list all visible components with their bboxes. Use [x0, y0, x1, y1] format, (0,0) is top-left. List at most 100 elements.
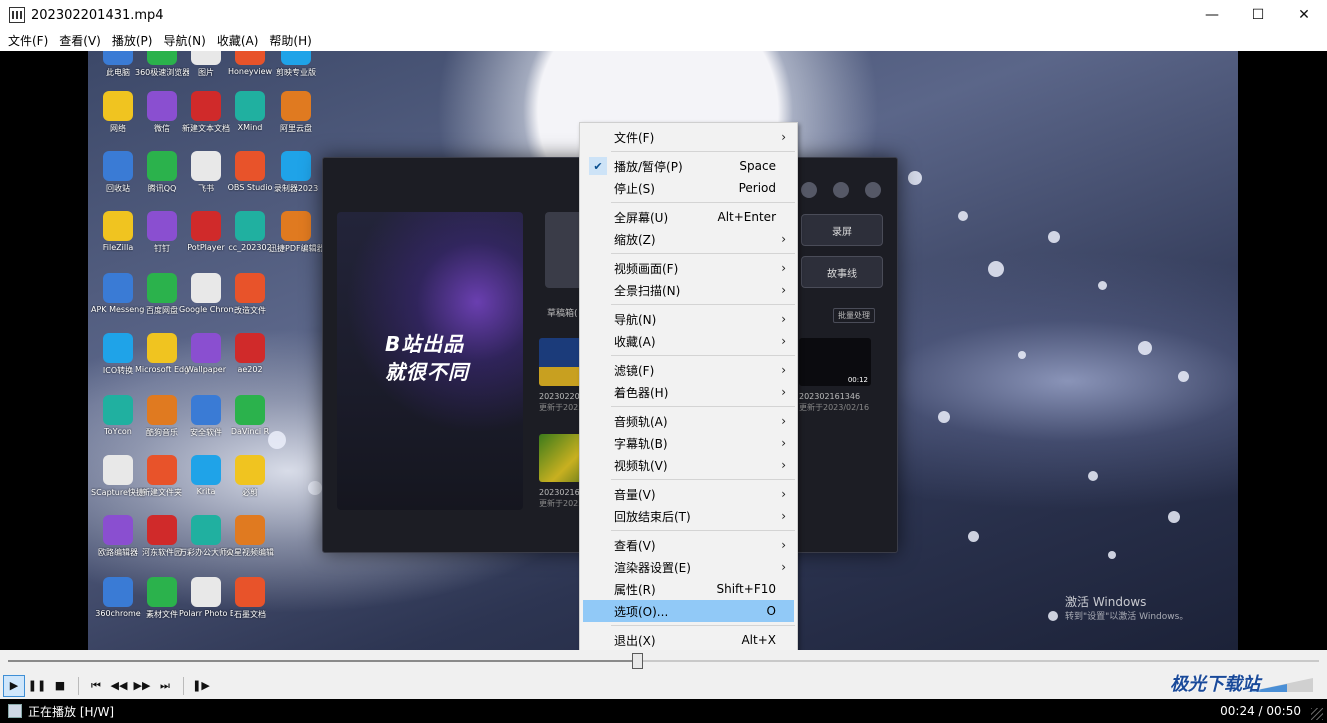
stop-icon[interactable]: ■ — [49, 675, 71, 697]
context-menu-item[interactable]: 全景扫描(N) › — [583, 279, 794, 301]
context-menu-item[interactable]: 收藏(A) › — [583, 330, 794, 352]
desktop-icon-label: 钉钉 — [154, 244, 170, 253]
context-menu-item[interactable]: 全屏幕(U) Alt+Enter — [583, 206, 794, 228]
context-menu-item[interactable]: 退出(X) Alt+X — [583, 629, 794, 651]
desktop-icon-label: cc_202302 — [228, 243, 272, 252]
menu-separator — [611, 625, 795, 626]
desktop-icon-label: ICO转换 — [102, 366, 134, 375]
context-menu-item[interactable]: 音频轨(A) › — [583, 410, 794, 432]
context-menu-item[interactable]: 文件(F) › — [583, 126, 794, 148]
menu-favorites[interactable]: 收藏(A) — [213, 32, 263, 49]
resize-grip[interactable] — [1311, 708, 1323, 720]
desktop-icon-label: 百度网盘 — [146, 306, 178, 315]
desktop-icon-label: APK Messenger — [91, 305, 145, 314]
context-menu-item[interactable]: 查看(V) › — [583, 534, 794, 556]
desktop-icon-label: 网络 — [110, 124, 126, 133]
context-menu-item[interactable]: 回放结束后(T) › — [583, 505, 794, 527]
app-icon — [9, 7, 25, 23]
window-title: 202302201431.mp4 — [31, 7, 164, 23]
context-menu-item[interactable]: 渲染器设置(E) › — [583, 556, 794, 578]
menu-item-label: 文件(F) — [614, 130, 655, 145]
close-button[interactable]: ✕ — [1281, 0, 1327, 30]
desktop-icon-glyph — [191, 51, 221, 65]
context-menu-item[interactable]: 着色器(H) › — [583, 381, 794, 403]
desktop-icon: 飞书 — [184, 151, 228, 213]
submenu-arrow-icon: › — [781, 312, 786, 326]
desktop-icon-label: PotPlayer — [187, 243, 225, 252]
menu-separator — [611, 530, 795, 531]
seek-handle[interactable] — [632, 653, 644, 669]
context-menu-item[interactable]: 停止(S) Period — [583, 177, 794, 199]
seek-bar[interactable] — [0, 650, 1327, 672]
desktop-icon-label: SCapture快捷方式 — [91, 488, 145, 497]
desktop-icon: 欧路编辑器 — [96, 515, 140, 577]
skip-end-icon[interactable]: ⏭ — [154, 675, 176, 697]
desktop-icon: 火星视频编辑 — [226, 515, 274, 577]
banner-line-2: 就很不同 — [385, 360, 469, 384]
context-menu-item[interactable]: ✔ 播放/暂停(P) Space — [583, 155, 794, 177]
desktop-icon: 素材文件 — [140, 577, 184, 639]
menu-item-label: 着色器(H) — [614, 385, 669, 400]
status-bar: 正在播放 [H/W] 00:24 / 00:50 — [0, 699, 1327, 723]
menu-separator — [611, 202, 795, 203]
desktop-icon: XMind — [228, 91, 272, 153]
rewind-icon[interactable]: ◀◀ — [108, 675, 130, 697]
context-menu-item[interactable]: 滤镜(F) › — [583, 359, 794, 381]
desktop-icon-glyph — [103, 211, 133, 241]
minimize-button[interactable]: — — [1189, 0, 1235, 30]
context-menu-item[interactable]: 导航(N) › — [583, 308, 794, 330]
menu-view[interactable]: 查看(V) — [55, 32, 105, 49]
menu-item-shortcut: Space — [739, 159, 776, 173]
skip-start-icon[interactable]: ⏮ — [85, 675, 107, 697]
desktop-icon: Wallpaper — [184, 333, 228, 395]
menu-help[interactable]: 帮助(H) — [265, 32, 315, 49]
menu-item-label: 缩放(Z) — [614, 232, 656, 247]
context-menu-item[interactable]: 音量(V) › — [583, 483, 794, 505]
desktop-icon: 回收站 — [96, 151, 140, 213]
context-menu-item[interactable]: 视频画面(F) › — [583, 257, 794, 279]
context-menu-item[interactable]: 属性(R) Shift+F10 — [583, 578, 794, 600]
menu-play[interactable]: 播放(P) — [108, 32, 157, 49]
frame-step-icon[interactable]: ❚▶ — [190, 675, 212, 697]
title-bar: 202302201431.mp4 — ☐ ✕ — [0, 0, 1327, 30]
desktop-icon: 石墨文档 — [228, 577, 272, 639]
forward-icon[interactable]: ▶▶ — [131, 675, 153, 697]
menu-item-shortcut: O — [766, 604, 776, 618]
maximize-button[interactable]: ☐ — [1235, 0, 1281, 30]
thumb-2-duration: 00:12 — [847, 376, 868, 384]
submenu-arrow-icon: › — [781, 130, 786, 144]
desktop-icon-label: FileZilla — [102, 243, 134, 252]
editor-banner: B站出品 就很不同 — [337, 212, 523, 510]
playback-controls: ▶ ❚❚ ■ ⏮ ◀◀ ▶▶ ⏭ ❚▶ — [0, 672, 1327, 699]
status-text: 正在播放 [H/W] — [28, 704, 115, 719]
desktop-icon: OBS Studio — [228, 151, 272, 213]
desktop-icon-glyph — [191, 515, 221, 545]
desktop-icon-label: Polarr Photo E — [179, 609, 233, 618]
context-menu-item[interactable]: 选项(O)... O — [583, 600, 794, 622]
blossom — [1178, 371, 1189, 382]
desktop-icon-label: 改造文件 — [234, 306, 266, 315]
pause-icon[interactable]: ❚❚ — [26, 675, 48, 697]
desktop-icon: ICO转换 — [96, 333, 140, 395]
context-menu-item[interactable]: 视频轨(V) › — [583, 454, 794, 476]
desktop-icon-glyph — [147, 91, 177, 121]
context-menu-item[interactable]: 字幕轨(B) › — [583, 432, 794, 454]
play-icon[interactable]: ▶ — [3, 674, 25, 697]
menu-navigate[interactable]: 导航(N) — [159, 32, 209, 49]
desktop-icon: 钉钉 — [140, 211, 184, 273]
desktop-icon-label: 腾讯QQ — [147, 184, 177, 193]
desktop-icon-label: ae202 — [237, 365, 263, 374]
context-menu-item[interactable]: 缩放(Z) › — [583, 228, 794, 250]
drafts-label: 草稿箱( — [547, 309, 578, 319]
desktop-icon-glyph — [191, 151, 221, 181]
desktop-icon-label: 此电脑 — [106, 68, 130, 77]
menu-separator — [611, 253, 795, 254]
menu-separator — [611, 151, 795, 152]
blossom — [908, 171, 922, 185]
desktop-icon: 酷狗音乐 — [140, 395, 184, 457]
seek-track[interactable] — [8, 660, 1319, 662]
menu-file[interactable]: 文件(F) — [4, 32, 52, 49]
desktop-icon-label: 微信 — [154, 124, 170, 133]
menu-separator — [611, 355, 795, 356]
desktop-icon-glyph — [103, 395, 133, 425]
